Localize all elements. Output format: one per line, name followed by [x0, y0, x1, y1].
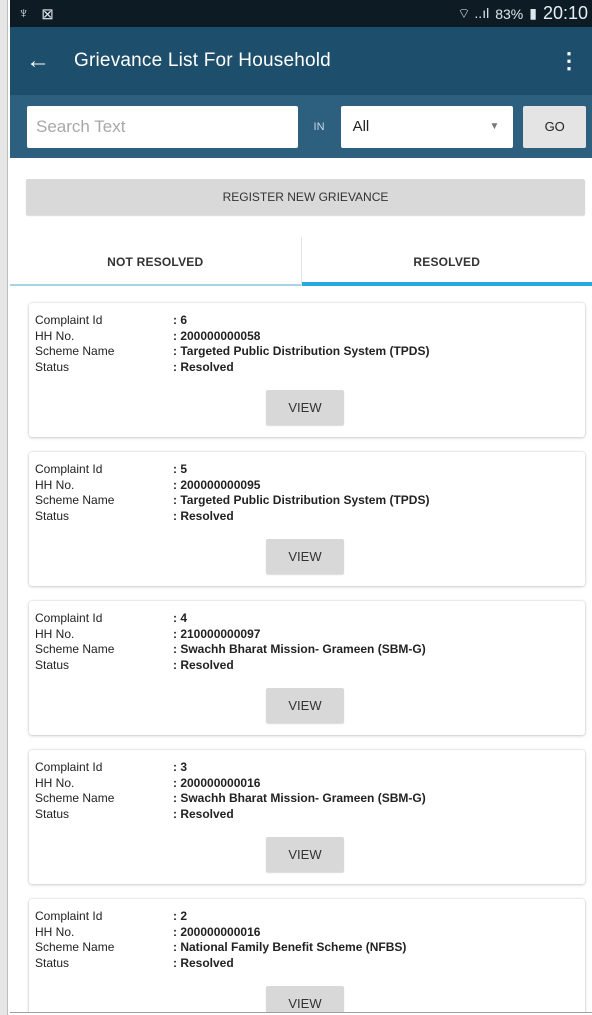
status-label: Status — [35, 657, 70, 672]
hh-no-label: HH No. — [35, 328, 75, 343]
hh-no-label: HH No. — [35, 626, 75, 641]
app-bar: ← Grievance List For Household ⋮ — [10, 27, 592, 95]
view-button[interactable]: VIEW — [266, 390, 344, 425]
status-bar: ♆ ⊠ ⌔ ..ıl 83% ▮ 20:10 — [10, 0, 592, 27]
clock: 20:10 — [542, 3, 588, 23]
search-bar: IN All ▼ GO — [10, 95, 592, 158]
complaint-card: Complaint Id : 3 HH No. : 200000000016 Sch… — [29, 750, 585, 884]
back-arrow-icon[interactable]: ← — [26, 47, 74, 75]
scheme-name-label: Scheme Name — [35, 940, 115, 954]
search-input[interactable] — [27, 105, 298, 148]
complaint-id-label: Complaint Id — [35, 313, 103, 327]
status-label: Status — [35, 806, 70, 821]
hh-no-value: : 200000000095 — [173, 477, 261, 492]
view-button[interactable]: VIEW — [266, 539, 344, 574]
app-screen: ♆ ⊠ ⌔ ..ıl 83% ▮ 20:10 ← Grievance List … — [10, 0, 592, 1013]
complaint-id-label: Complaint Id — [35, 611, 103, 625]
status-label: Status — [35, 359, 70, 374]
battery-icon: ▮ — [529, 5, 537, 21]
status-value: : Resolved — [173, 806, 234, 821]
status-value: : Resolved — [173, 955, 234, 970]
scheme-name-value: : Swachh Bharat Mission- Grameen (SBM-G) — [173, 642, 426, 656]
scheme-name-label: Scheme Name — [35, 642, 115, 656]
hh-no-value: : 210000000097 — [173, 626, 261, 641]
complaint-id-value: : 2 — [173, 909, 188, 923]
view-button[interactable]: VIEW — [266, 837, 344, 872]
tab-not-resolved[interactable]: NOT RESOLVED — [10, 237, 302, 286]
go-button[interactable]: GO — [523, 105, 586, 148]
scheme-name-value: : Targeted Public Distribution System (T… — [173, 493, 430, 507]
complaint-id-value: : 3 — [173, 760, 188, 774]
hh-no-value: : 200000000016 — [173, 775, 261, 790]
status-value: : Resolved — [173, 359, 234, 374]
hh-no-label: HH No. — [35, 924, 75, 939]
battery-percent: 83% — [495, 5, 524, 22]
hh-no-label: HH No. — [35, 477, 75, 492]
register-grievance-button[interactable]: REGISTER NEW GRIEVANCE — [26, 179, 585, 215]
in-label: IN — [313, 120, 325, 133]
scheme-name-value: : National Family Benefit Scheme (NFBS) — [173, 940, 407, 954]
view-button[interactable]: VIEW — [266, 688, 344, 723]
complaint-id-label: Complaint Id — [35, 760, 103, 774]
hh-no-value: : 200000000058 — [173, 328, 261, 343]
complaint-id-value: : 4 — [173, 611, 188, 625]
status-label: Status — [35, 508, 70, 523]
page-title: Grievance List For Household — [74, 50, 331, 71]
overflow-menu-icon[interactable]: ⋮ — [558, 48, 580, 74]
dropdown-caret-icon: ▼ — [489, 121, 500, 132]
tab-bar: NOT RESOLVED RESOLVED — [10, 237, 592, 286]
notification-icon: ⊠ — [41, 5, 54, 23]
hh-no-label: HH No. — [35, 775, 75, 790]
complaint-card: Complaint Id : 4 HH No. : 210000000097 Sch… — [29, 601, 585, 735]
signal-icon: ⌔ ..ıl — [457, 4, 490, 21]
scheme-name-label: Scheme Name — [35, 344, 115, 358]
complaint-id-value: : 5 — [173, 462, 188, 476]
view-button[interactable]: VIEW — [266, 986, 344, 1012]
status-value: : Resolved — [173, 657, 234, 672]
complaint-id-value: : 6 — [173, 313, 188, 327]
device-frame: ♆ ⊠ ⌔ ..ıl 83% ▮ 20:10 ← Grievance List … — [0, 0, 592, 1015]
window-border — [0, 0, 8, 1015]
status-value: : Resolved — [173, 508, 234, 523]
scheme-name-label: Scheme Name — [35, 791, 115, 805]
complaint-card: Complaint Id : 5 HH No. : 200000000095 Sch… — [29, 452, 585, 586]
complaint-card: Complaint Id : 2 HH No. : 200000000016 Sch… — [29, 899, 585, 1012]
tab-resolved[interactable]: RESOLVED — [301, 237, 592, 286]
complaint-id-label: Complaint Id — [35, 462, 103, 476]
filter-dropdown[interactable]: All ▼ — [340, 105, 514, 148]
hh-no-value: : 200000000016 — [173, 924, 261, 939]
complaint-card: Complaint Id : 6 HH No. : 200000000058 Sch… — [29, 303, 585, 437]
complaint-list: Complaint Id : 6 HH No. : 200000000058 Sch… — [10, 286, 592, 1012]
filter-selected-value: All — [352, 118, 370, 135]
usb-icon: ♆ — [18, 5, 30, 22]
scheme-name-label: Scheme Name — [35, 493, 115, 507]
scheme-name-value: : Swachh Bharat Mission- Grameen (SBM-G) — [173, 791, 426, 805]
status-label: Status — [35, 955, 70, 970]
scheme-name-value: : Targeted Public Distribution System (T… — [173, 344, 430, 358]
complaint-id-label: Complaint Id — [35, 909, 103, 923]
